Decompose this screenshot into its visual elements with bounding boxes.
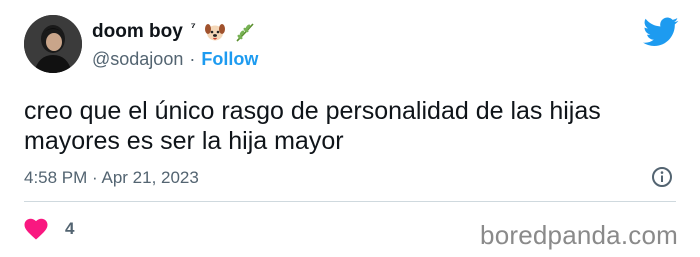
like-action[interactable]: 4 bbox=[24, 218, 74, 240]
dog-face-icon bbox=[204, 21, 226, 43]
twitter-bird-icon[interactable] bbox=[643, 14, 679, 50]
separator-dot: · bbox=[189, 49, 196, 69]
author-name-row: doom boy ⁷ bbox=[92, 20, 256, 44]
display-name[interactable]: doom boy bbox=[92, 21, 183, 43]
info-icon[interactable] bbox=[651, 166, 673, 188]
divider bbox=[24, 201, 676, 202]
handle-row: @sodajoon · Follow bbox=[92, 49, 258, 70]
tweet-card: doom boy ⁷ @sodajoon · Follow creo que e… bbox=[0, 0, 700, 257]
avatar[interactable] bbox=[24, 15, 82, 73]
like-count: 4 bbox=[65, 219, 75, 238]
user-handle[interactable]: @sodajoon bbox=[92, 49, 183, 70]
name-superscript: ⁷ bbox=[190, 20, 196, 34]
tweet-timestamp[interactable]: 4:58 PM · Apr 21, 2023 bbox=[24, 168, 199, 188]
watermark: boredpanda.com bbox=[480, 220, 678, 250]
tweet-text: creo que el único rasgo de personalidad … bbox=[24, 97, 601, 155]
herb-icon bbox=[234, 21, 256, 43]
heart-icon[interactable] bbox=[24, 218, 48, 240]
follow-button[interactable]: Follow bbox=[201, 49, 258, 70]
